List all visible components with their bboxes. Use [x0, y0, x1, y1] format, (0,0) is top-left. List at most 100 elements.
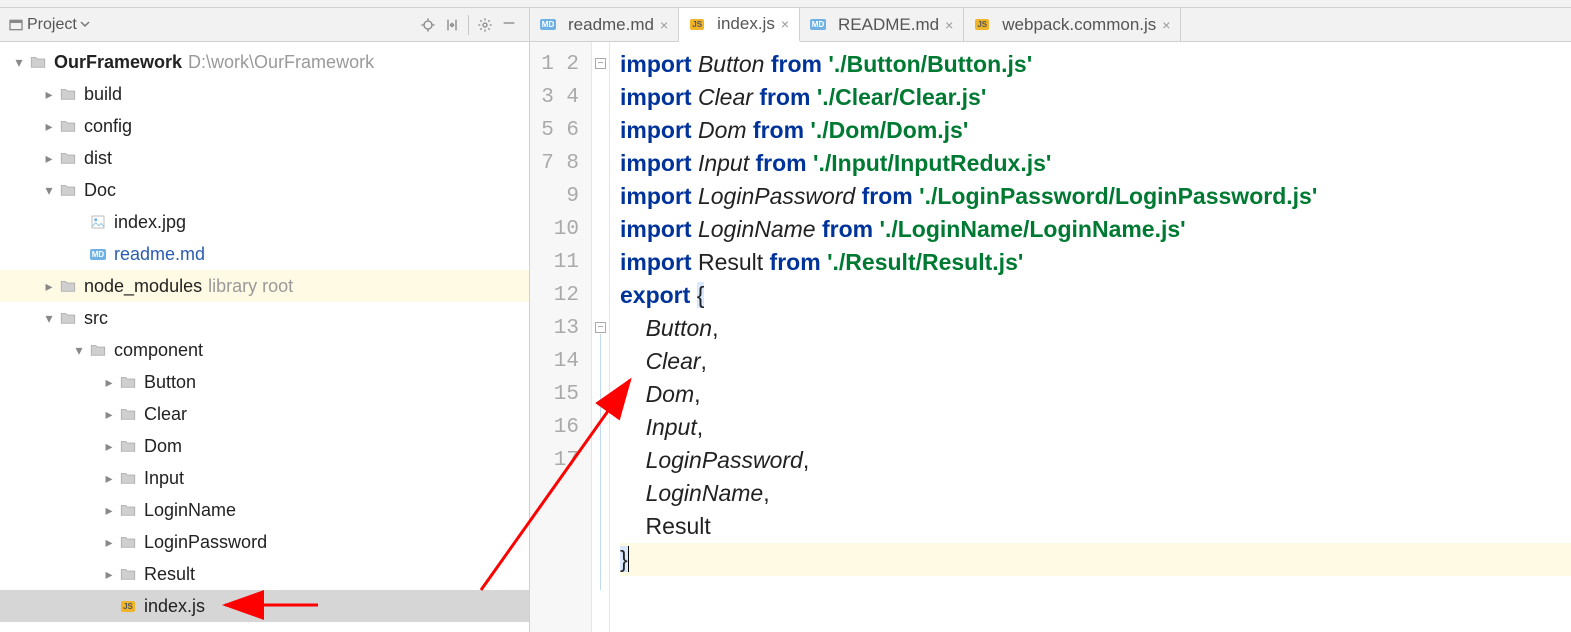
toolbar-separator — [468, 15, 469, 35]
main-split: Project ▾ OurFramework D:\work\OurFramewor… — [0, 8, 1571, 632]
img-icon — [88, 212, 108, 232]
tree-row-component[interactable]: ▾ component — [0, 334, 529, 366]
tab-index-js[interactable]: JS index.js × — [679, 8, 800, 42]
tree-item-label: readme.md — [114, 244, 205, 265]
tree-row-input[interactable]: ▸ Input — [0, 462, 529, 494]
tree-row-node_modules[interactable]: ▸ node_modules library root — [0, 270, 529, 302]
hide-icon[interactable] — [497, 13, 521, 37]
project-panel-title-group[interactable]: Project — [8, 16, 90, 34]
tree-row-doc[interactable]: ▾ Doc — [0, 174, 529, 206]
tree-item-label: LoginPassword — [144, 532, 267, 553]
project-panel-header: Project — [0, 8, 529, 42]
tree-row-loginname[interactable]: ▸ LoginName — [0, 494, 529, 526]
folder-icon — [28, 52, 48, 72]
panel-title: Project — [27, 16, 77, 34]
folder-icon — [118, 404, 138, 424]
tree-item-label: component — [114, 340, 203, 361]
folder-icon — [58, 84, 78, 104]
chevron-right-icon[interactable]: ▸ — [100, 438, 118, 455]
ide-top-border — [0, 0, 1571, 8]
tree-row-build[interactable]: ▸ build — [0, 78, 529, 110]
fold-marker[interactable]: − — [595, 58, 606, 69]
chevron-right-icon[interactable]: ▸ — [100, 406, 118, 423]
editor-code[interactable]: import Button from './Button/Button.js'i… — [610, 42, 1571, 632]
folder-icon — [58, 276, 78, 296]
chevron-right-icon[interactable]: ▸ — [40, 150, 58, 167]
chevron-right-icon[interactable]: ▸ — [100, 566, 118, 583]
tree-row-dist[interactable]: ▸ dist — [0, 142, 529, 174]
folder-icon — [118, 564, 138, 584]
close-icon[interactable]: × — [660, 17, 668, 33]
target-icon[interactable] — [416, 13, 440, 37]
folder-icon — [58, 308, 78, 328]
editor-tabstrip: MDreadme.md× JS index.js × MD README.md × JS web… — [530, 8, 1571, 42]
tree-item-label: node_modules — [84, 276, 202, 297]
folder-icon — [118, 468, 138, 488]
tree-row-src[interactable]: ▾src — [0, 302, 529, 334]
chevron-right-icon[interactable]: ▸ — [100, 470, 118, 487]
tree-item-label: Result — [144, 564, 195, 585]
tree-item-label: config — [84, 116, 132, 137]
tree-row-index-js[interactable]: •JSindex.js — [0, 590, 529, 622]
tab-readme-md[interactable]: MD README.md × — [800, 8, 964, 41]
js-icon: JS — [689, 16, 705, 32]
tree-row-button[interactable]: ▸Button — [0, 366, 529, 398]
tree-item-label: LoginName — [144, 500, 236, 521]
tab-webpack-common-js[interactable]: JS webpack.common.js × — [964, 8, 1181, 41]
close-icon[interactable]: × — [781, 16, 789, 32]
chevron-down-icon[interactable]: ▾ — [40, 182, 58, 199]
project-tree[interactable]: ▾OurFrameworkD:\work\OurFramework▸build▸… — [0, 42, 529, 632]
tree-item-label: Clear — [144, 404, 187, 425]
tree-row-result[interactable]: ▸ Result — [0, 558, 529, 590]
tree-item-label: build — [84, 84, 122, 105]
chevron-right-icon[interactable]: ▸ — [100, 534, 118, 551]
chevron-right-icon[interactable]: ▸ — [40, 278, 58, 295]
collapse-icon[interactable] — [440, 13, 464, 37]
editor-area: MDreadme.md× JS index.js × MD README.md × JS web… — [530, 8, 1571, 632]
folder-icon — [118, 372, 138, 392]
chevron-right-icon[interactable]: ▸ — [100, 374, 118, 391]
chevron-right-icon[interactable]: ▸ — [40, 118, 58, 135]
tree-item-label: Input — [144, 468, 184, 489]
tree-item-label: OurFramework — [54, 52, 182, 73]
tree-item-path: D:\work\OurFramework — [188, 52, 374, 73]
close-icon[interactable]: × — [945, 17, 953, 33]
md-icon: MD — [540, 17, 556, 33]
tab-readme-md[interactable]: MDreadme.md× — [530, 8, 679, 41]
chevron-down-icon[interactable]: ▾ — [40, 310, 58, 327]
chevron-right-icon[interactable]: ▸ — [40, 86, 58, 103]
project-panel: Project ▾ OurFramework D:\work\OurFramewor… — [0, 8, 530, 632]
js-icon: JS — [974, 17, 990, 33]
tree-row-dom[interactable]: ▸ Dom — [0, 430, 529, 462]
md-icon: MD — [88, 244, 108, 264]
tree-row-ourframework[interactable]: ▾ OurFramework D:\work\OurFramework — [0, 46, 529, 78]
fold-marker[interactable]: − — [595, 322, 606, 333]
tree-row-config[interactable]: ▸ config — [0, 110, 529, 142]
folder-icon — [118, 500, 138, 520]
folder-icon — [118, 532, 138, 552]
project-icon — [8, 17, 24, 33]
folder-icon — [58, 148, 78, 168]
chevron-right-icon[interactable]: ▸ — [100, 502, 118, 519]
chevron-down-icon[interactable] — [80, 16, 90, 34]
tree-item-label: Dom — [144, 436, 182, 457]
tree-item-suffix: library root — [208, 276, 293, 297]
folder-icon — [58, 116, 78, 136]
gear-icon[interactable] — [473, 13, 497, 37]
md-icon: MD — [810, 17, 826, 33]
tree-row-loginpassword[interactable]: ▸ LoginPassword — [0, 526, 529, 558]
tree-item-label: Doc — [84, 180, 116, 201]
tree-item-label: dist — [84, 148, 112, 169]
tab-label: index.js — [717, 14, 775, 34]
chevron-down-icon[interactable]: ▾ — [10, 54, 28, 71]
tree-row-readme-md[interactable]: •MDreadme.md — [0, 238, 529, 270]
tree-row-index-jpg[interactable]: •index.jpg — [0, 206, 529, 238]
editor-gutter: 1 2 3 4 5 6 7 8 9 10 11 12 13 14 15 16 1… — [530, 42, 592, 632]
tree-row-clear[interactable]: ▸ Clear — [0, 398, 529, 430]
chevron-down-icon[interactable]: ▾ — [70, 342, 88, 359]
tree-item-label: index.js — [144, 596, 205, 617]
editor-fold-column: −− — [592, 42, 610, 632]
tab-label: webpack.common.js — [1002, 15, 1156, 35]
close-icon[interactable]: × — [1162, 17, 1170, 33]
tab-label: README.md — [838, 15, 939, 35]
